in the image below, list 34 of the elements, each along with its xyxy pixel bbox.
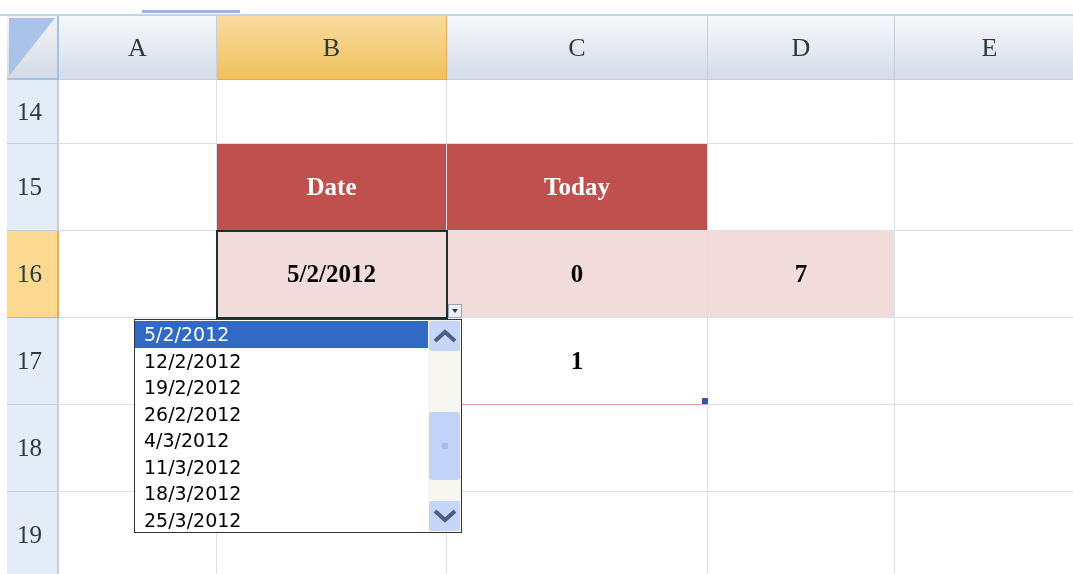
scroll-down-button[interactable]	[429, 501, 460, 531]
caret-icon	[452, 309, 458, 313]
column-header[interactable]: D	[708, 16, 895, 80]
scroll-up-button[interactable]	[429, 321, 460, 351]
row-header[interactable]: 15	[7, 144, 59, 231]
table-cell: 0	[447, 231, 708, 318]
table-cell: Date	[217, 144, 447, 231]
fill-handle[interactable]	[702, 398, 708, 404]
table-cell: Today	[447, 144, 708, 231]
row-header[interactable]: 17	[7, 318, 59, 405]
dropdown-item[interactable]: 11/3/2012	[135, 453, 428, 480]
corner-triangle-icon	[9, 18, 55, 76]
row-header[interactable]: 14	[7, 80, 59, 144]
dropdown-item[interactable]: 19/2/2012	[135, 374, 428, 401]
row-header[interactable]: 19	[7, 492, 59, 574]
dropdown-item[interactable]: 4/3/2012	[135, 427, 428, 454]
table-cell: 7	[708, 231, 895, 318]
column-header[interactable]: A	[59, 16, 217, 80]
chevron-down-icon	[432, 509, 457, 523]
dropdown-button[interactable]	[448, 304, 462, 318]
scroll-thumb[interactable]	[429, 412, 460, 480]
dropdown-item[interactable]: 25/3/2012	[135, 506, 428, 533]
grip-icon	[441, 443, 448, 449]
chevron-up-icon	[432, 329, 457, 343]
column-header[interactable]: B	[217, 16, 447, 80]
column-header[interactable]: E	[895, 16, 1073, 80]
column-header[interactable]: C	[447, 16, 708, 80]
dropdown-item[interactable]: 12/2/2012	[135, 347, 428, 374]
row-header[interactable]: 16	[7, 231, 59, 318]
scrollbar[interactable]	[428, 320, 461, 532]
dropdown-item[interactable]: 5/2/2012	[135, 321, 428, 348]
row-header[interactable]: 18	[7, 405, 59, 492]
dropdown-item[interactable]: 26/2/2012	[135, 400, 428, 427]
dropdown-item[interactable]: 18/3/2012	[135, 480, 428, 507]
